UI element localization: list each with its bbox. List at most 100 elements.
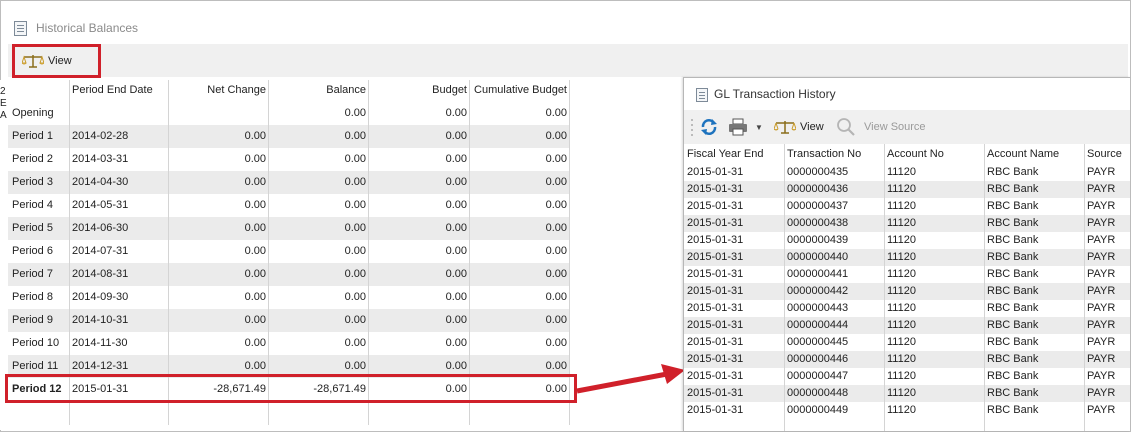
- gl-cell-src: PAYR: [1087, 285, 1116, 297]
- gl-toolbar: ▼ View View Source: [684, 110, 1130, 144]
- table-cell-date: 2014-02-28: [72, 130, 129, 142]
- gl-cell-name: RBC Bank: [987, 387, 1039, 399]
- gl-cell-name: RBC Bank: [987, 183, 1039, 195]
- table-row[interactable]: 2015-01-31 0000000441 11120 RBC Bank PAYR: [684, 266, 1130, 283]
- print-dropdown-chevron-icon[interactable]: ▼: [755, 110, 763, 144]
- table-cell-cum: 0.00: [545, 107, 567, 119]
- col-header-end-date[interactable]: Period End Date: [72, 84, 153, 96]
- table-cell-net: 0.00: [244, 153, 266, 165]
- table-cell-bal: 0.00: [344, 268, 366, 280]
- table-cell-net: 0.00: [244, 268, 266, 280]
- gl-cell-name: RBC Bank: [987, 285, 1039, 297]
- column-divider: [884, 144, 885, 431]
- gl-cell-src: PAYR: [1087, 234, 1116, 246]
- table-cell-bud: 0.00: [445, 199, 467, 211]
- table-cell-bud: 0.00: [445, 291, 467, 303]
- gl-cell-tno: 0000000443: [787, 302, 849, 314]
- gl-cell-src: PAYR: [1087, 387, 1116, 399]
- magnifier-icon: [837, 118, 855, 136]
- gl-cell-acct: 11120: [887, 370, 916, 382]
- table-cell-bud: 0.00: [445, 314, 467, 326]
- table-cell-period: Opening: [12, 107, 54, 119]
- table-cell-bud: 0.00: [445, 222, 467, 234]
- table-row[interactable]: 2015-01-31 0000000447 11120 RBC Bank PAYR: [684, 368, 1130, 385]
- gl-cell-src: PAYR: [1087, 217, 1116, 229]
- gl-cell-tno: 0000000445: [787, 336, 849, 348]
- gl-cell-fye: 2015-01-31: [687, 285, 744, 297]
- gl-cell-src: PAYR: [1087, 404, 1116, 416]
- table-cell-bal: 0.00: [344, 176, 366, 188]
- gl-cell-tno: 0000000435: [787, 166, 849, 178]
- table-cell-bal: 0.00: [344, 107, 366, 119]
- gl-cell-fye: 2015-01-31: [687, 319, 744, 331]
- table-cell-bud: 0.00: [445, 245, 467, 257]
- table-row[interactable]: Period 5 2014-06-30 0.00 0.00 0.00 0.00: [8, 217, 570, 240]
- table-cell-period: Period 7: [12, 268, 53, 280]
- col-header-source[interactable]: Source: [1087, 148, 1122, 160]
- table-row[interactable]: Period 6 2014-07-31 0.00 0.00 0.00 0.00: [8, 240, 570, 263]
- gl-grid-header: Fiscal Year End Transaction No Account N…: [684, 146, 1130, 164]
- gl-cell-tno: 0000000439: [787, 234, 849, 246]
- table-row[interactable]: Period 4 2014-05-31 0.00 0.00 0.00 0.00: [8, 194, 570, 217]
- col-header-net-change[interactable]: Net Change: [169, 84, 266, 96]
- gl-cell-name: RBC Bank: [987, 200, 1039, 212]
- table-row[interactable]: 2015-01-31 0000000438 11120 RBC Bank PAYR: [684, 215, 1130, 232]
- table-row[interactable]: 2015-01-31 0000000442 11120 RBC Bank PAYR: [684, 283, 1130, 300]
- col-header-account-no[interactable]: Account No: [887, 148, 944, 160]
- table-cell-net: 0.00: [244, 222, 266, 234]
- gl-view-button[interactable]: View: [774, 110, 824, 144]
- col-header-transaction-no[interactable]: Transaction No: [787, 148, 861, 160]
- col-header-account-name[interactable]: Account Name: [987, 148, 1059, 160]
- table-row[interactable]: Period 10 2014-11-30 0.00 0.00 0.00 0.00: [8, 332, 570, 355]
- gl-cell-name: RBC Bank: [987, 404, 1039, 416]
- table-cell-period: Period 6: [12, 245, 53, 257]
- table-row[interactable]: Period 3 2014-04-30 0.00 0.00 0.00 0.00: [8, 171, 570, 194]
- table-row[interactable]: Period 7 2014-08-31 0.00 0.00 0.00 0.00: [8, 263, 570, 286]
- table-row[interactable]: 2015-01-31 0000000444 11120 RBC Bank PAYR: [684, 317, 1130, 334]
- table-row[interactable]: 2015-01-31 0000000446 11120 RBC Bank PAYR: [684, 351, 1130, 368]
- gl-cell-fye: 2015-01-31: [687, 217, 744, 229]
- col-header-balance[interactable]: Balance: [270, 84, 366, 96]
- table-cell-bud: 0.00: [445, 268, 467, 280]
- table-row[interactable]: Period 8 2014-09-30 0.00 0.00 0.00 0.00: [8, 286, 570, 309]
- gl-cell-src: PAYR: [1087, 353, 1116, 365]
- left-strip-char: A: [0, 110, 7, 121]
- gl-titlebar: GL Transaction History: [684, 78, 1130, 110]
- col-header-cumulative-budget[interactable]: Cumulative Budget: [471, 84, 567, 96]
- table-row[interactable]: Period 1 2014-02-28 0.00 0.00 0.00 0.00: [8, 125, 570, 148]
- column-divider: [1084, 144, 1085, 431]
- table-row[interactable]: Opening 0.00 0.00 0.00: [8, 102, 570, 125]
- table-row[interactable]: 2015-01-31 0000000443 11120 RBC Bank PAYR: [684, 300, 1130, 317]
- table-cell-net: 0.00: [244, 291, 266, 303]
- gl-cell-acct: 11120: [887, 251, 916, 263]
- table-row[interactable]: 2015-01-31 0000000440 11120 RBC Bank PAYR: [684, 249, 1130, 266]
- table-row[interactable]: 2015-01-31 0000000439 11120 RBC Bank PAYR: [684, 232, 1130, 249]
- table-cell-bal: 0.00: [344, 222, 366, 234]
- table-row[interactable]: 2015-01-31 0000000436 11120 RBC Bank PAYR: [684, 181, 1130, 198]
- table-row[interactable]: Period 9 2014-10-31 0.00 0.00 0.00 0.00: [8, 309, 570, 332]
- table-row[interactable]: Period 2 2014-03-31 0.00 0.00 0.00 0.00: [8, 148, 570, 171]
- gl-cell-tno: 0000000446: [787, 353, 849, 365]
- table-cell-period: Period 1: [12, 130, 53, 142]
- col-header-fiscal-year-end[interactable]: Fiscal Year End: [687, 148, 763, 160]
- window-title: Historical Balances: [36, 21, 139, 35]
- table-cell-date: 2014-10-31: [72, 314, 129, 326]
- table-row[interactable]: 2015-01-31 0000000435 11120 RBC Bank PAYR: [684, 164, 1130, 181]
- gl-cell-name: RBC Bank: [987, 336, 1039, 348]
- table-cell-cum: 0.00: [545, 176, 567, 188]
- table-cell-date: 2014-04-30: [72, 176, 129, 188]
- gl-cell-acct: 11120: [887, 166, 916, 178]
- gl-cell-acct: 11120: [887, 217, 916, 229]
- table-row[interactable]: 2015-01-31 0000000448 11120 RBC Bank PAYR: [684, 385, 1130, 402]
- gl-view-label: View: [800, 121, 824, 133]
- print-icon[interactable]: [728, 110, 748, 144]
- table-row[interactable]: 2015-01-31 0000000437 11120 RBC Bank PAYR: [684, 198, 1130, 215]
- table-cell-date: 2014-07-31: [72, 245, 129, 257]
- col-header-budget[interactable]: Budget: [370, 84, 467, 96]
- table-row[interactable]: 2015-01-31 0000000449 11120 RBC Bank PAYR: [684, 402, 1130, 419]
- gl-cell-src: PAYR: [1087, 336, 1116, 348]
- view-source-button[interactable]: View Source: [836, 110, 926, 144]
- refresh-icon[interactable]: [700, 110, 718, 144]
- column-divider: [984, 144, 985, 431]
- table-row[interactable]: 2015-01-31 0000000445 11120 RBC Bank PAYR: [684, 334, 1130, 351]
